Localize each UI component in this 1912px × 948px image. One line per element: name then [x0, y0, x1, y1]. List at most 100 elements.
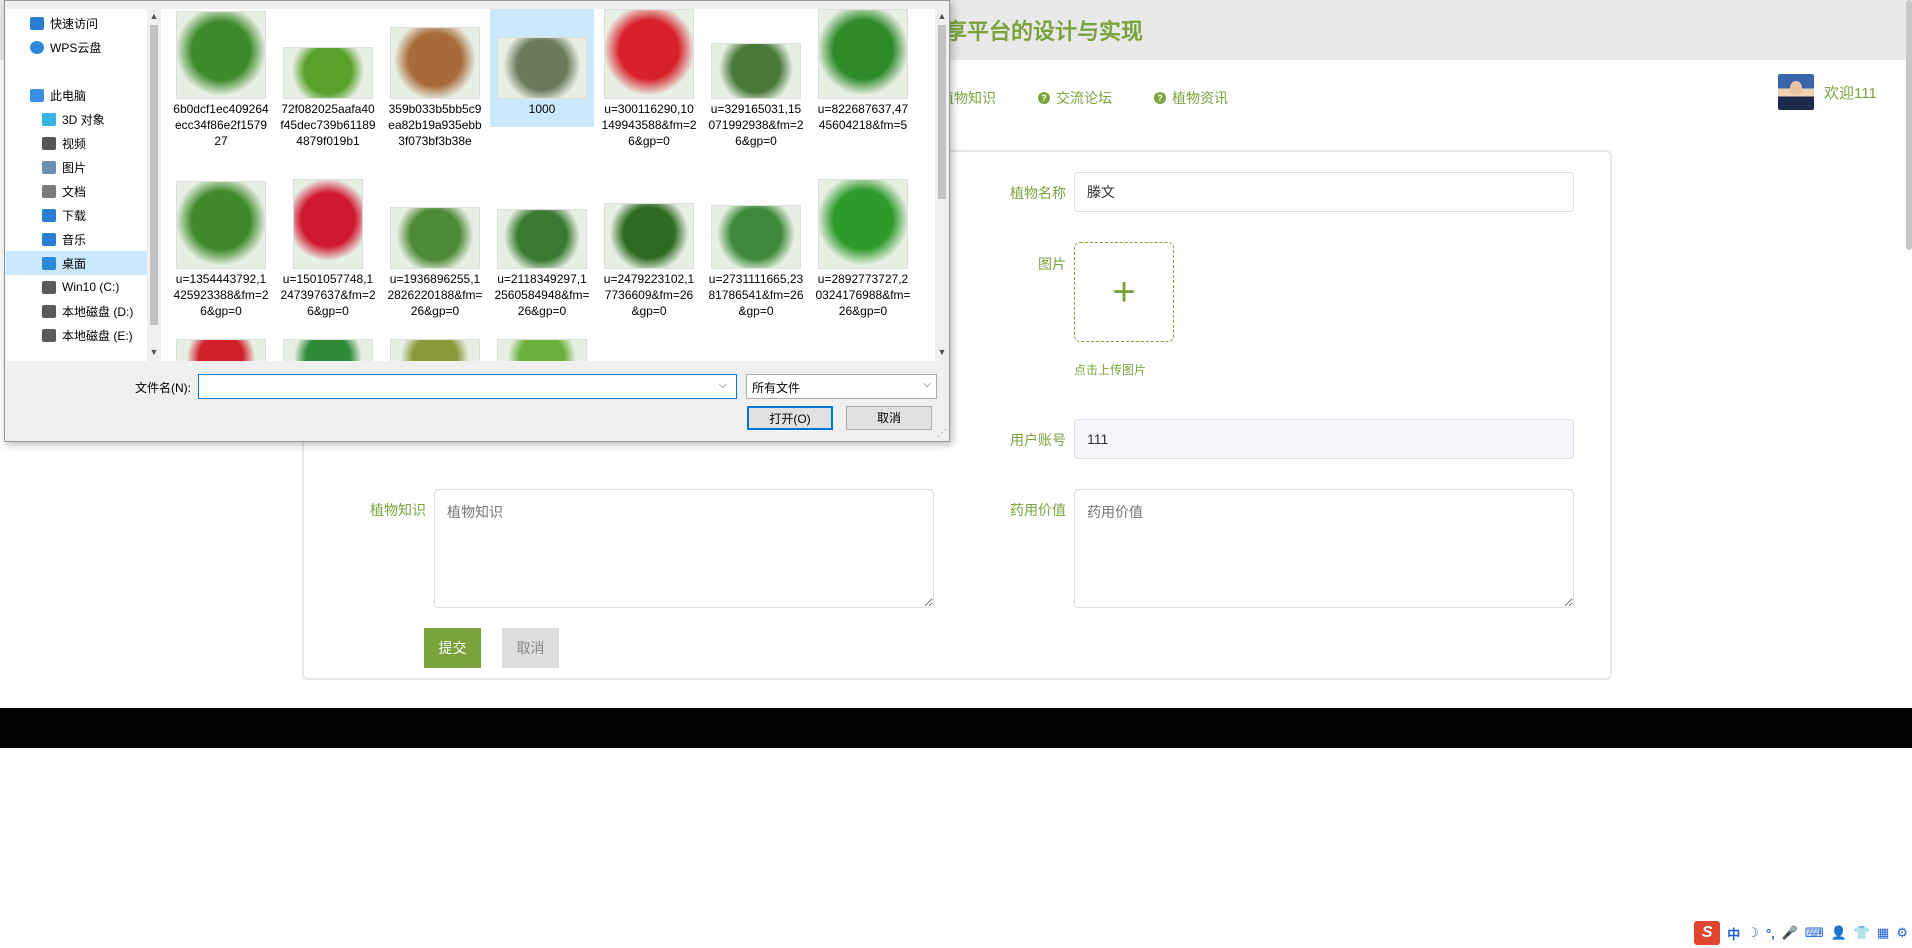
sidebar-item[interactable]: Win10 (C:)	[6, 275, 147, 299]
sidebar-item-label: 本地磁盘 (D:)	[62, 304, 134, 319]
file-item[interactable]: 72f082025aafa40f45dec739b611894879f019b1	[276, 9, 380, 149]
image-thumbnail	[283, 47, 373, 99]
file-name: 1000	[528, 102, 556, 116]
sidebar-item-label: 3D 对象	[62, 112, 105, 127]
plus-icon: +	[1112, 269, 1136, 314]
sidebar-item-label: 此电脑	[50, 88, 87, 103]
file-item[interactable]	[383, 339, 487, 361]
file-name: u=1936896255,12826220188&fm=26&gp=0	[387, 272, 483, 318]
image-thumbnail	[390, 339, 480, 361]
user-account-input[interactable]: 111	[1074, 419, 1574, 459]
toolbox-icon[interactable]: ▦	[1877, 925, 1889, 941]
sidebar-item[interactable]: 此电脑	[6, 83, 147, 107]
image-thumbnail	[711, 43, 801, 99]
nav-item-forum[interactable]: ? 交流论坛	[1038, 86, 1112, 110]
scroll-up-icon[interactable]: ▲	[936, 11, 948, 21]
avatar	[1778, 74, 1814, 110]
sidebar-item[interactable]: 3D 对象	[6, 107, 147, 131]
file-scroll-thumb[interactable]	[938, 25, 946, 199]
open-button[interactable]: 打开(O)	[747, 406, 833, 430]
filename-input[interactable]	[198, 374, 737, 399]
filetype-value: 所有文件	[752, 381, 801, 395]
microphone-icon[interactable]: 🎤	[1782, 925, 1798, 941]
file-name: u=300116290,10149943588&fm=26&gp=0	[601, 102, 697, 148]
picture-icon	[42, 160, 56, 174]
file-item[interactable]: u=300116290,10149943588&fm=26&gp=0	[597, 9, 701, 149]
filetype-select[interactable]: 所有文件 ⌵	[746, 374, 937, 399]
file-item[interactable]	[169, 339, 273, 361]
user-icon[interactable]: 👤	[1831, 925, 1847, 941]
file-item[interactable]: u=2892773727,20324176988&fm=26&gp=0	[811, 179, 915, 319]
page-scrollbar[interactable]	[1906, 0, 1912, 250]
cancel-button[interactable]: 取消	[502, 628, 559, 668]
image-thumbnail	[818, 179, 908, 269]
video-icon	[42, 136, 56, 150]
sidebar-item[interactable]: 本地磁盘 (E:)	[6, 323, 147, 347]
file-item[interactable]: u=822687637,4745604218&fm=5	[811, 9, 915, 133]
sogou-ime-icon[interactable]: S	[1694, 921, 1721, 945]
sidebar-item[interactable]: 文档	[6, 179, 147, 203]
download-icon	[42, 208, 56, 222]
file-item[interactable]: 359b033b5bb5c9ea82b19a935ebb3f073bf3b38e	[383, 9, 487, 149]
file-item[interactable]	[276, 339, 380, 361]
image-upload-button[interactable]: +	[1074, 242, 1174, 342]
navigation-pane[interactable]: 快速访问 WPS云盘此电脑 3D 对象视频 图片文档下载 音乐桌面 Win10 (C:) 本…	[6, 9, 147, 361]
sidebar-item-label: 桌面	[62, 256, 87, 271]
skin-icon[interactable]: 👕	[1854, 925, 1870, 941]
image-thumbnail	[176, 339, 266, 361]
sidebar-item-label: 文档	[62, 184, 87, 199]
file-name: u=822687637,4745604218&fm=5	[817, 102, 909, 132]
resize-grip-icon[interactable]: ⋰	[937, 428, 947, 439]
sidebar-item[interactable]: 桌面	[6, 251, 147, 275]
plant-knowledge-label: 植物知识	[370, 502, 426, 518]
file-item[interactable]: u=1501057748,1247397637&fm=26&gp=0	[276, 179, 380, 319]
plant-name-input[interactable]: 滕文	[1074, 172, 1574, 212]
file-item[interactable]: u=329165031,15071992938&fm=26&gp=0	[704, 9, 808, 149]
file-item[interactable]	[490, 339, 594, 361]
user-menu[interactable]: 欢迎111	[1778, 74, 1877, 110]
page-footer	[0, 708, 1912, 748]
file-item[interactable]: u=1354443792,1425923388&fm=26&gp=0	[169, 179, 273, 319]
file-item[interactable]: u=2118349297,12560584948&fm=26&gp=0	[490, 179, 594, 319]
sidebar-item[interactable]: 下载	[6, 203, 147, 227]
punctuation-icon[interactable]: °,	[1766, 926, 1775, 941]
file-name: u=1354443792,1425923388&fm=26&gp=0	[173, 272, 269, 318]
image-thumbnail	[390, 207, 480, 269]
file-name: u=2892773727,20324176988&fm=26&gp=0	[815, 272, 911, 318]
chevron-down-icon[interactable]: ⌵	[719, 380, 727, 391]
sidebar-item[interactable]: 图片	[6, 155, 147, 179]
file-scrollbar[interactable]: ▲ ▼	[935, 9, 949, 361]
file-item[interactable]: 1000	[490, 9, 594, 127]
nav-scroll-thumb[interactable]	[150, 25, 158, 325]
settings-icon[interactable]: ⚙	[1896, 925, 1908, 941]
scroll-up-icon[interactable]: ▲	[148, 11, 160, 21]
cloud-icon	[30, 40, 44, 54]
file-item[interactable]: 6b0dcf1ec409264ecc34f86e2f157927	[169, 9, 273, 149]
medicinal-value-textarea[interactable]	[1074, 489, 1574, 608]
file-name: u=1501057748,1247397637&fm=26&gp=0	[280, 272, 376, 318]
question-icon: ?	[1038, 92, 1050, 104]
scroll-down-icon[interactable]: ▼	[936, 347, 948, 357]
submit-button[interactable]: 提交	[424, 628, 481, 668]
image-thumbnail	[390, 27, 480, 99]
image-thumbnail	[497, 37, 587, 99]
sidebar-item[interactable]: WPS云盘	[6, 35, 147, 59]
keyboard-icon[interactable]: ⌨	[1805, 925, 1824, 941]
moon-icon[interactable]: ☽	[1747, 925, 1759, 941]
file-list[interactable]: 6b0dcf1ec409264ecc34f86e2f157927 72f08202…	[161, 9, 936, 361]
nav-label: 交流论坛	[1056, 90, 1112, 106]
sidebar-item[interactable]: 本地磁盘 (D:)	[6, 299, 147, 323]
dialog-cancel-button[interactable]: 取消	[846, 406, 932, 430]
nav-scrollbar[interactable]: ▲ ▼	[147, 9, 161, 361]
nav-item-plant-news[interactable]: ? 植物资讯	[1154, 86, 1228, 110]
plant-knowledge-textarea[interactable]	[434, 489, 934, 608]
sidebar-item[interactable]: 音乐	[6, 227, 147, 251]
file-item[interactable]: u=2731111665,2381786541&fm=26&gp=0	[704, 179, 808, 319]
sidebar-item[interactable]: 视频	[6, 131, 147, 155]
ime-mode-toggle[interactable]: 中	[1727, 924, 1740, 943]
sidebar-item[interactable]: 快速访问	[6, 11, 147, 35]
file-item[interactable]: u=2479223102,17736609&fm=26&gp=0	[597, 179, 701, 319]
file-item[interactable]: u=1936896255,12826220188&fm=26&gp=0	[383, 179, 487, 319]
main-nav: 植物知识 ? 交流论坛 ? 植物资讯	[940, 86, 1228, 110]
scroll-down-icon[interactable]: ▼	[148, 347, 160, 357]
